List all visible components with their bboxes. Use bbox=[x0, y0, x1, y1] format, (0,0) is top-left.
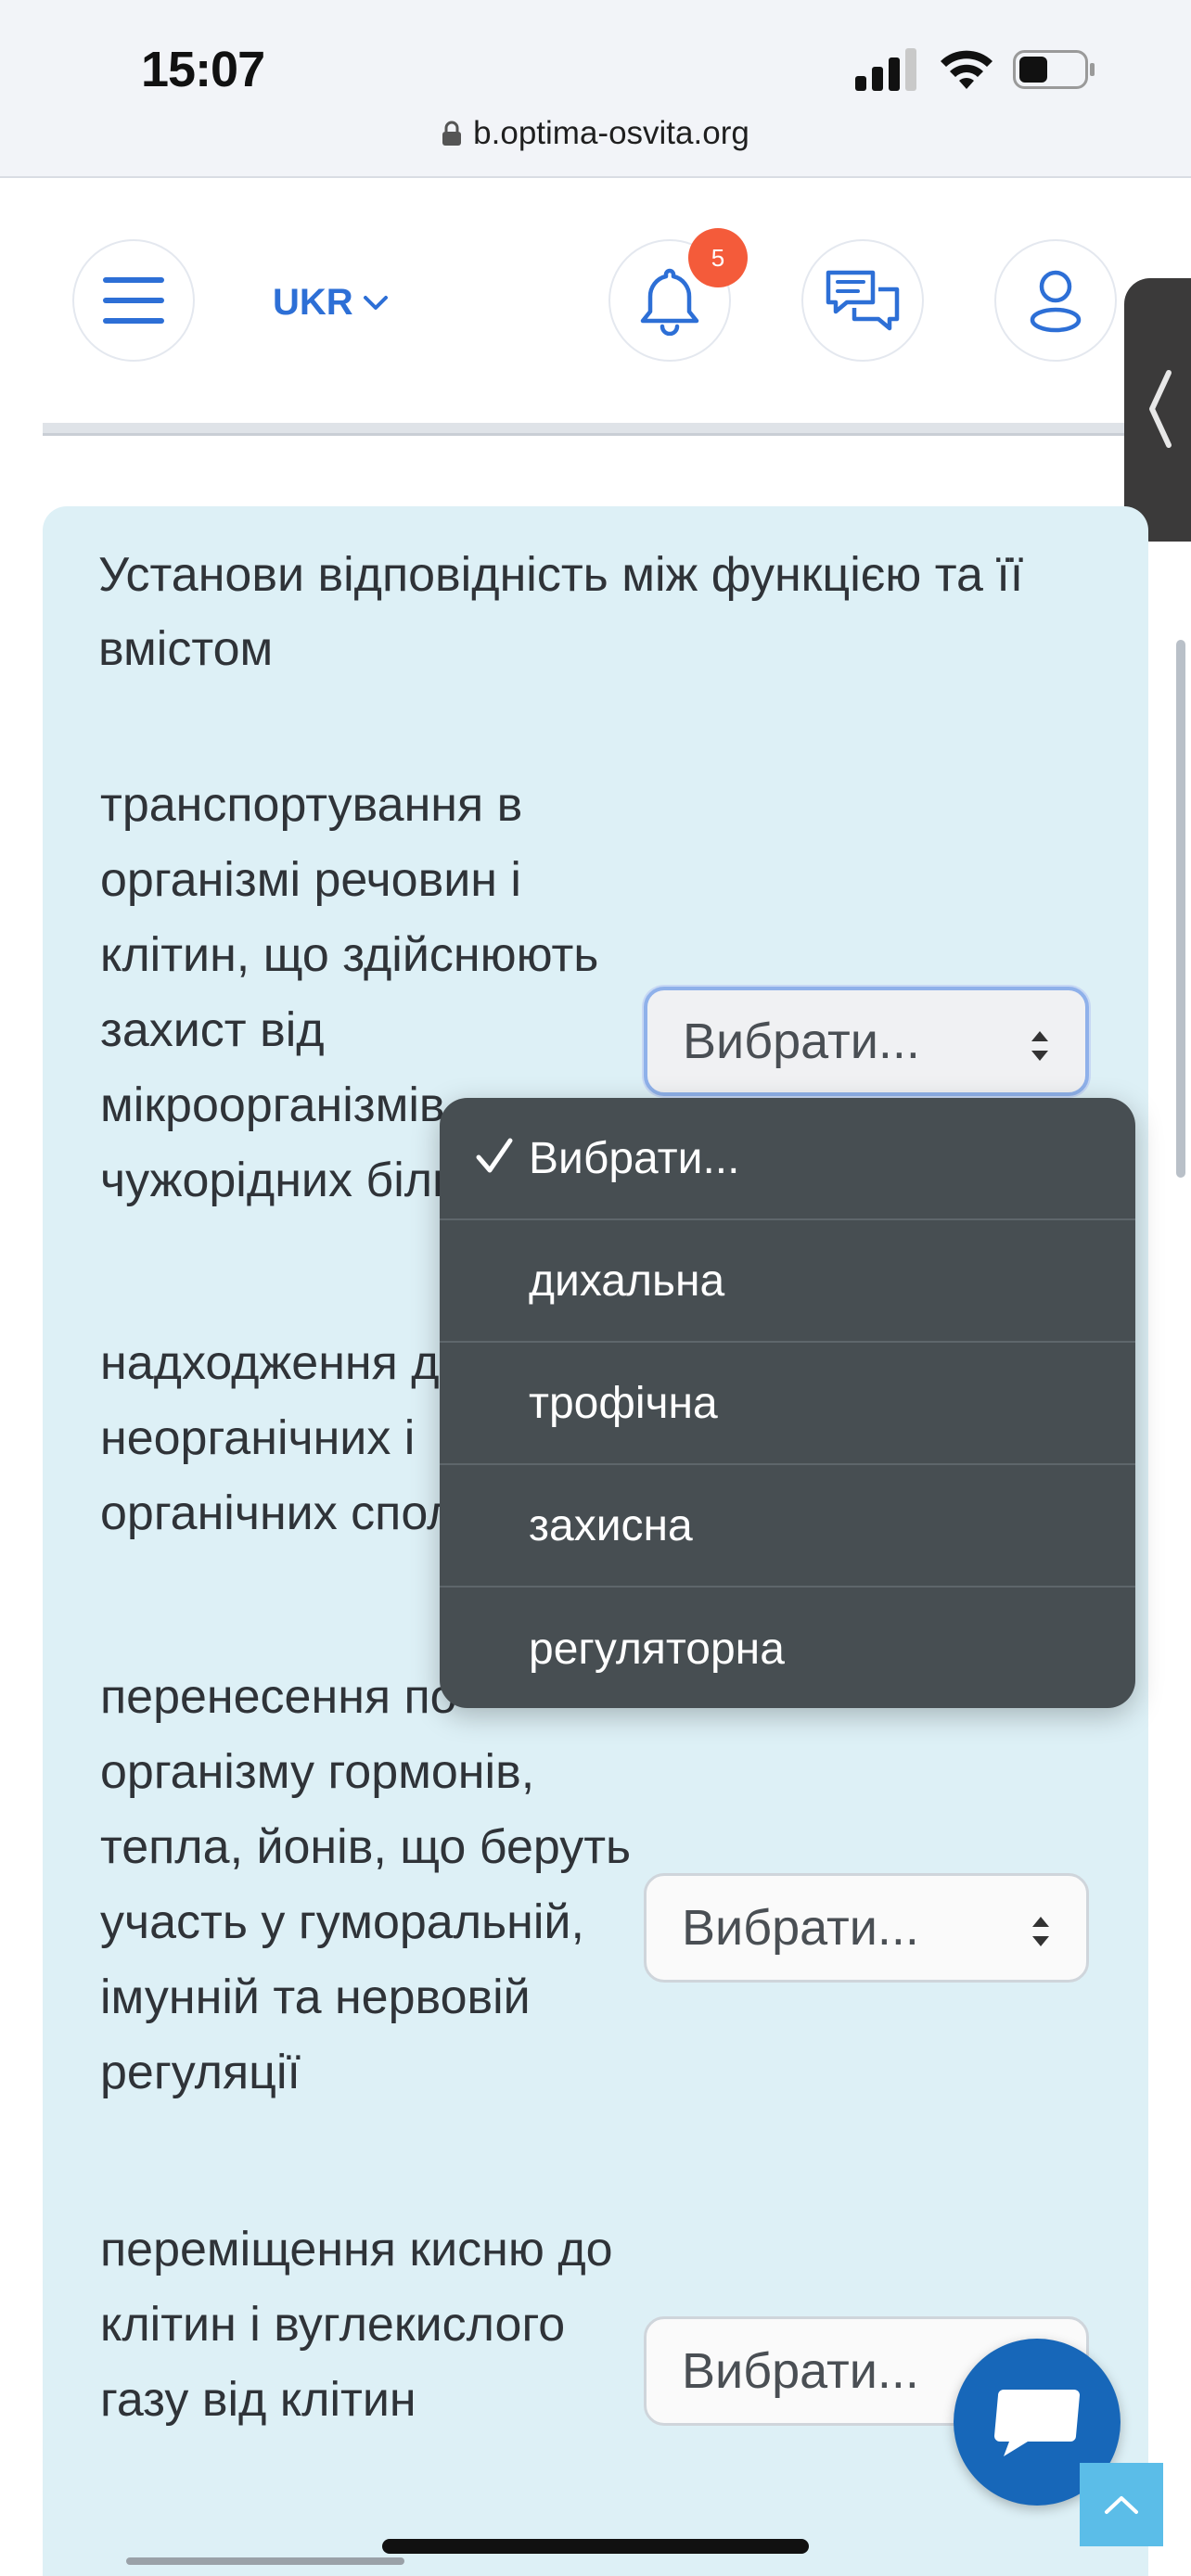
select-arrows-icon bbox=[1032, 1917, 1049, 1946]
select-arrows-icon bbox=[1031, 1031, 1048, 1061]
dropdown-option[interactable]: дихальна bbox=[440, 1220, 1135, 1343]
select-value: Вибрати... bbox=[682, 2343, 919, 2399]
menu-icon bbox=[103, 277, 164, 324]
battery-icon bbox=[1013, 50, 1095, 89]
url-text: b.optima-osvita.org bbox=[473, 115, 749, 151]
language-label: UKR bbox=[273, 282, 353, 323]
dropdown-option-label: Вибрати... bbox=[529, 1133, 740, 1183]
match-item-3-text: перенесення по організму гормонів, тепла… bbox=[100, 1670, 632, 2099]
match-item-4-text: переміщення кисню до клітин і вуглекисло… bbox=[100, 2223, 613, 2427]
menu-button[interactable] bbox=[72, 239, 195, 362]
messages-icon bbox=[826, 270, 900, 331]
side-panel-toggle[interactable] bbox=[1124, 278, 1191, 542]
user-icon bbox=[1030, 270, 1082, 333]
chevron-down-icon bbox=[363, 295, 388, 310]
checkmark-icon bbox=[476, 1138, 513, 1173]
header-divider bbox=[43, 423, 1156, 436]
select-dropdown-menu: Вибрати... дихальна трофічна захисна рег… bbox=[440, 1098, 1135, 1708]
select-value: Вибрати... bbox=[683, 1014, 920, 1069]
match-item-1-select[interactable]: Вибрати... bbox=[644, 987, 1089, 1096]
lock-icon bbox=[442, 121, 462, 146]
dropdown-option[interactable]: захисна bbox=[440, 1465, 1135, 1588]
wifi-icon bbox=[941, 50, 992, 89]
dropdown-option-label: дихальна bbox=[529, 1256, 725, 1306]
select-value: Вибрати... bbox=[682, 1900, 919, 1956]
cellular-signal-icon bbox=[855, 48, 918, 91]
scrollbar-thumb[interactable] bbox=[1176, 640, 1185, 1178]
notification-badge: 5 bbox=[688, 228, 748, 287]
language-selector[interactable]: UKR bbox=[273, 282, 389, 324]
dropdown-option-label: захисна bbox=[529, 1500, 693, 1550]
home-indicator bbox=[382, 2539, 809, 2554]
chat-icon bbox=[994, 2390, 1080, 2456]
status-bar: 15:07 b.optima-osvita.org bbox=[0, 0, 1191, 178]
dropdown-option[interactable]: регуляторна bbox=[440, 1588, 1135, 1708]
scroll-to-top-button[interactable] bbox=[1080, 2463, 1163, 2546]
match-item-3-select[interactable]: Вибрати... bbox=[644, 1873, 1089, 1983]
dropdown-option-label: регуляторна bbox=[529, 1624, 785, 1674]
chevron-up-icon bbox=[1105, 2496, 1138, 2514]
address-bar[interactable]: b.optima-osvita.org bbox=[0, 115, 1191, 152]
bell-icon bbox=[640, 268, 699, 336]
messages-button[interactable] bbox=[801, 239, 924, 362]
app-header: UKR 5 bbox=[0, 180, 1191, 423]
chevron-left-icon bbox=[1149, 370, 1172, 448]
dropdown-option[interactable]: трофічна bbox=[440, 1343, 1135, 1465]
horizontal-scrollbar bbox=[126, 2557, 404, 2565]
question-prompt: Установи відповідність між функцією та ї… bbox=[98, 548, 1024, 676]
dropdown-option-label: трофічна bbox=[529, 1378, 718, 1428]
status-time: 15:07 bbox=[141, 42, 265, 97]
dropdown-option[interactable]: Вибрати... bbox=[440, 1098, 1135, 1220]
profile-button[interactable] bbox=[994, 239, 1117, 362]
